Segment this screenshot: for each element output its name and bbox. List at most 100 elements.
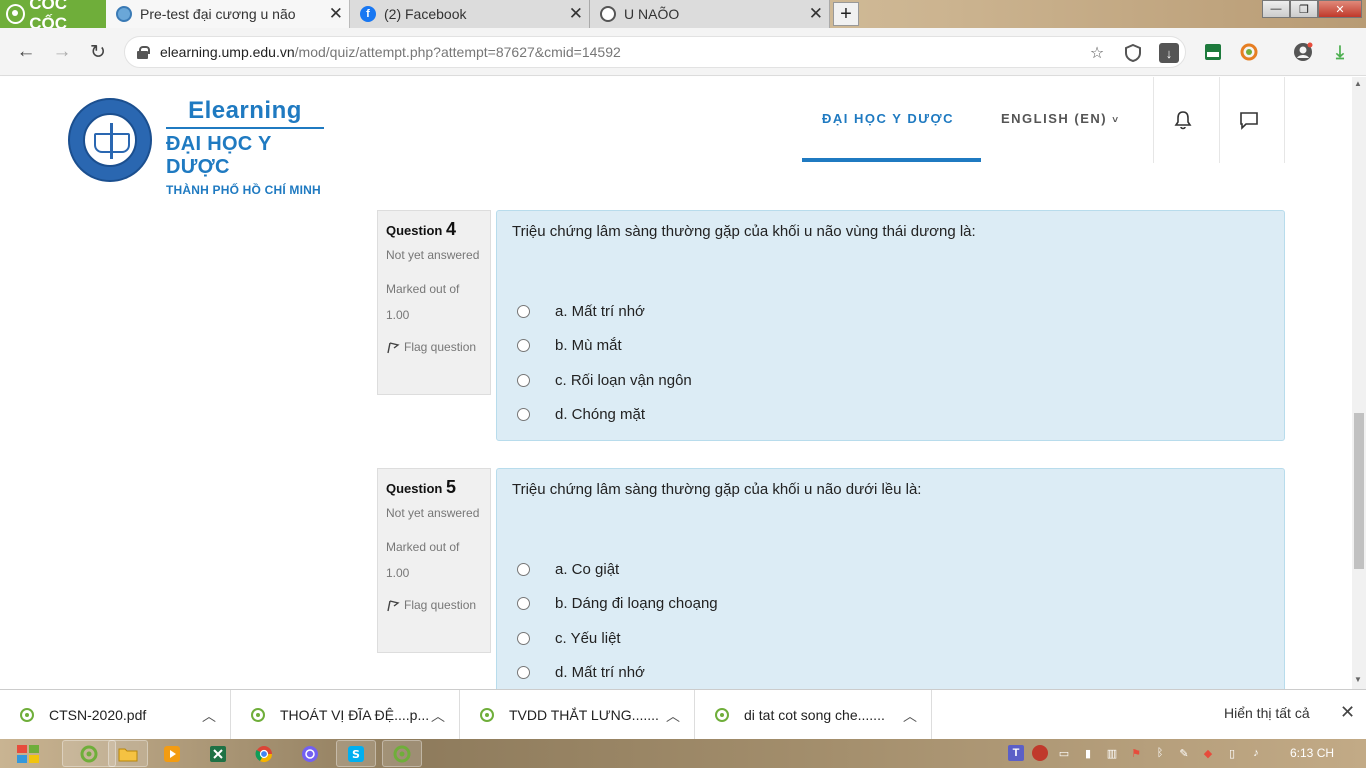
download-page-icon[interactable]: ↓: [1159, 43, 1179, 63]
answer-option[interactable]: b. Mù mắt: [512, 329, 1269, 364]
forward-arrow-icon[interactable]: →: [50, 40, 74, 64]
chevron-up-icon[interactable]: ︿: [666, 706, 680, 726]
network-tray-icon[interactable]: ▥: [1104, 745, 1120, 761]
radio-button[interactable]: [517, 666, 530, 680]
tab-u-nao[interactable]: U NAÕO ✕: [590, 0, 830, 28]
start-button[interactable]: [8, 741, 48, 766]
scroll-up-icon[interactable]: ▲: [1354, 79, 1362, 88]
answer-option[interactable]: c. Yếu liệt: [512, 621, 1269, 656]
taskbar-chrome[interactable]: [244, 740, 284, 767]
tab-facebook[interactable]: f (2) Facebook ✕: [350, 0, 590, 28]
minimize-button[interactable]: —: [1262, 0, 1290, 18]
extension-coccoc-icon[interactable]: [1239, 42, 1259, 62]
close-icon[interactable]: ✕: [809, 5, 823, 23]
question-number: Question 5: [386, 477, 456, 497]
nav-link-dai-hoc-y-duoc[interactable]: ĐẠI HỌC Y DƯỢC: [822, 111, 954, 126]
browser-tab-strip: CỐC CỐC Pre-test đại cương u não ✕ f (2)…: [0, 0, 1366, 33]
coccoc-icon: [80, 745, 98, 762]
taskbar-explorer[interactable]: [108, 740, 148, 767]
taskbar-viber[interactable]: [290, 740, 330, 767]
globe-icon: [600, 6, 616, 22]
answer-option[interactable]: b. Dáng đi loạng choạng: [512, 587, 1269, 622]
url-text[interactable]: elearning.ump.edu.vn/mod/quiz/attempt.ph…: [160, 44, 621, 60]
chat-tray-icon[interactable]: ▭: [1056, 745, 1072, 761]
message-icon[interactable]: [1238, 109, 1260, 131]
radio-button[interactable]: [517, 562, 530, 576]
page-scrollbar[interactable]: ▲ ▼: [1352, 77, 1366, 689]
brand-title: Elearning: [166, 97, 324, 129]
coccoc-file-icon: [480, 708, 494, 722]
reload-icon[interactable]: ↻: [86, 40, 110, 64]
chevron-up-icon[interactable]: ︿: [903, 706, 917, 726]
tab-pretest[interactable]: Pre-test đại cương u não ✕: [106, 0, 350, 28]
answer-list: a. Co giật b. Dáng đi loạng choạng c. Yế…: [512, 552, 1269, 689]
scroll-down-icon[interactable]: ▼: [1354, 675, 1362, 684]
taskbar-media-player[interactable]: [152, 740, 192, 767]
teams-tray-icon[interactable]: T: [1008, 745, 1024, 761]
back-arrow-icon[interactable]: ←: [14, 40, 38, 64]
new-tab-button[interactable]: +: [833, 2, 859, 26]
download-item[interactable]: di tat cot song che....... ︿: [695, 690, 932, 740]
window-controls: — ❐ ✕: [1262, 0, 1362, 20]
taskbar-skype[interactable]: S: [336, 740, 376, 767]
flag-question-link[interactable]: Flag question: [386, 598, 482, 612]
coccoc-file-icon: [251, 708, 265, 722]
download-item[interactable]: CTSN-2020.pdf ︿: [0, 690, 231, 740]
skype-icon: S: [348, 745, 364, 762]
volume-icon[interactable]: ♪: [1248, 745, 1264, 761]
close-icon[interactable]: ✕: [1340, 702, 1355, 723]
excel-icon: [210, 745, 226, 762]
browser-brand-logo[interactable]: CỐC CỐC: [0, 0, 106, 33]
tab-facebook-title: (2) Facebook: [384, 6, 467, 22]
shield-icon[interactable]: [1123, 43, 1143, 63]
window-close-button[interactable]: ✕: [1318, 0, 1362, 18]
chevron-up-icon[interactable]: ︿: [202, 706, 216, 726]
taskbar-clock[interactable]: 6:13 CH: [1290, 746, 1334, 760]
flag-tray-icon[interactable]: ⚑: [1128, 745, 1144, 761]
radio-button[interactable]: [517, 339, 530, 353]
university-seal-logo[interactable]: [68, 98, 152, 182]
taskbar-excel[interactable]: [198, 740, 238, 767]
bluetooth-icon[interactable]: ᛒ: [1152, 745, 1168, 761]
close-icon[interactable]: ✕: [569, 5, 583, 23]
restore-button[interactable]: ❐: [1290, 0, 1318, 18]
answer-option[interactable]: d. Mất trí nhớ: [512, 656, 1269, 690]
question-grade: Marked out of 1.00: [386, 540, 460, 580]
chevron-up-icon[interactable]: ︿: [431, 706, 445, 726]
address-bar[interactable]: elearning.ump.edu.vn/mod/quiz/attempt.ph…: [124, 36, 1186, 68]
chevron-down-icon: ˅: [1112, 115, 1120, 126]
radio-button[interactable]: [517, 631, 530, 645]
taskbar-coccoc-2[interactable]: [382, 740, 422, 767]
lock-icon: [137, 46, 150, 59]
extension-calendar-icon[interactable]: [1203, 42, 1223, 62]
answer-option[interactable]: a. Mất trí nhớ: [512, 294, 1269, 329]
signal-tray-icon[interactable]: ▮: [1080, 745, 1096, 761]
star-icon[interactable]: ☆: [1087, 43, 1107, 63]
radio-button[interactable]: [517, 597, 530, 611]
profile-avatar-icon[interactable]: [1293, 42, 1313, 62]
answer-option[interactable]: c. Rối loạn vận ngôn: [512, 363, 1269, 398]
flag-question-link[interactable]: Flag question: [386, 340, 482, 354]
power-tray-icon[interactable]: ▯: [1224, 745, 1240, 761]
shield-tray-icon[interactable]: ◆: [1200, 745, 1216, 761]
tools-tray-icon[interactable]: ✎: [1176, 745, 1192, 761]
language-menu[interactable]: ENGLISH (EN) ˅: [1001, 111, 1120, 126]
scrollbar-thumb[interactable]: [1354, 413, 1364, 569]
answer-option[interactable]: d. Chóng mặt: [512, 398, 1269, 433]
close-icon[interactable]: ✕: [329, 5, 343, 23]
question-state: Not yet answered: [386, 248, 480, 262]
radio-button[interactable]: [517, 408, 530, 422]
question-4-content: Triệu chứng lâm sàng thường gặp của khối…: [496, 210, 1285, 441]
bell-icon[interactable]: [1172, 109, 1194, 131]
download-item[interactable]: TVDD THẮT LƯNG....... ︿: [460, 690, 695, 740]
radio-button[interactable]: [517, 304, 530, 318]
download-item[interactable]: THOÁT VỊ ĐĨA ĐỆ....p... ︿: [231, 690, 460, 740]
brand-text-block[interactable]: Elearning ĐẠI HỌC Y DƯỢC THÀNH PHỐ HỒ CH…: [166, 97, 326, 197]
show-all-downloads-link[interactable]: Hiển thị tất cả: [1224, 705, 1310, 721]
downloads-icon[interactable]: ⤓: [1330, 42, 1350, 62]
coccoc-icon: [6, 4, 26, 24]
coccoc-icon: [393, 745, 411, 762]
answer-option[interactable]: a. Co giật: [512, 552, 1269, 587]
notification-tray-icon[interactable]: [1032, 745, 1048, 761]
radio-button[interactable]: [517, 373, 530, 387]
